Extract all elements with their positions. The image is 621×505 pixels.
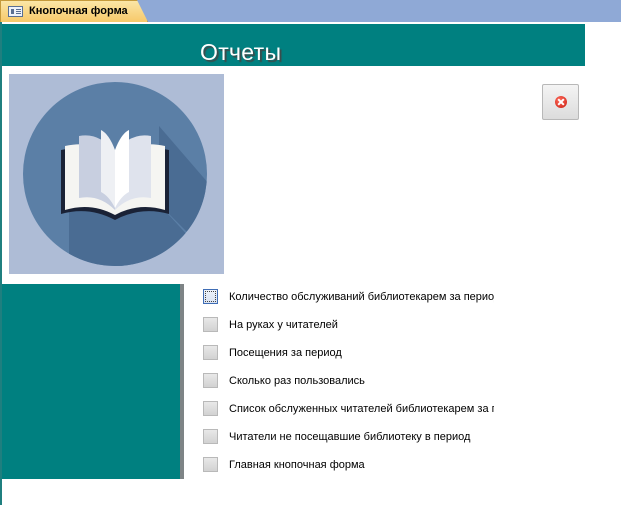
menu-item-label: Список обслуженных читателей библиотекар… <box>229 403 494 415</box>
left-teal-panel <box>2 284 180 479</box>
close-icon <box>555 96 567 108</box>
menu-item[interactable]: Количество обслуживаний библиотекарем за… <box>203 288 503 306</box>
menu-item-label: Сколько раз пользовались <box>229 375 365 387</box>
menu-item[interactable]: На руках у читателей <box>203 316 503 334</box>
menu-item[interactable]: Список обслуженных читателей библиотекар… <box>203 400 503 418</box>
menu-item-button[interactable] <box>203 373 218 388</box>
menu-item-button[interactable] <box>203 401 218 416</box>
form-icon <box>8 6 23 17</box>
book-image <box>9 74 224 274</box>
tab-label: Кнопочная форма <box>29 5 128 17</box>
menu-item-button[interactable] <box>203 289 218 304</box>
panel-divider <box>180 284 184 479</box>
menu-item-label: Количество обслуживаний библиотекарем за… <box>229 291 494 303</box>
menu-item[interactable]: Главная кнопочная форма <box>203 456 503 474</box>
tab-switchboard-form[interactable]: Кнопочная форма <box>0 0 148 22</box>
header-band <box>2 24 585 66</box>
page-title: Отчеты <box>200 39 282 65</box>
menu-item-label: Посещения за период <box>229 347 342 359</box>
menu-item-label: На руках у читателей <box>229 319 338 331</box>
menu-item[interactable]: Сколько раз пользовались <box>203 372 503 390</box>
close-button[interactable] <box>542 84 579 120</box>
menu-item-button[interactable] <box>203 345 218 360</box>
open-book-icon <box>23 82 207 266</box>
menu-item[interactable]: Читатели не посещавшие библиотеку в пери… <box>203 428 503 446</box>
menu-item-button[interactable] <box>203 317 218 332</box>
menu-item-label: Читатели не посещавшие библиотеку в пери… <box>229 431 471 443</box>
menu-item-button[interactable] <box>203 457 218 472</box>
menu-item-label: Главная кнопочная форма <box>229 459 365 471</box>
menu-item[interactable]: Посещения за период <box>203 344 503 362</box>
menu-item-button[interactable] <box>203 429 218 444</box>
